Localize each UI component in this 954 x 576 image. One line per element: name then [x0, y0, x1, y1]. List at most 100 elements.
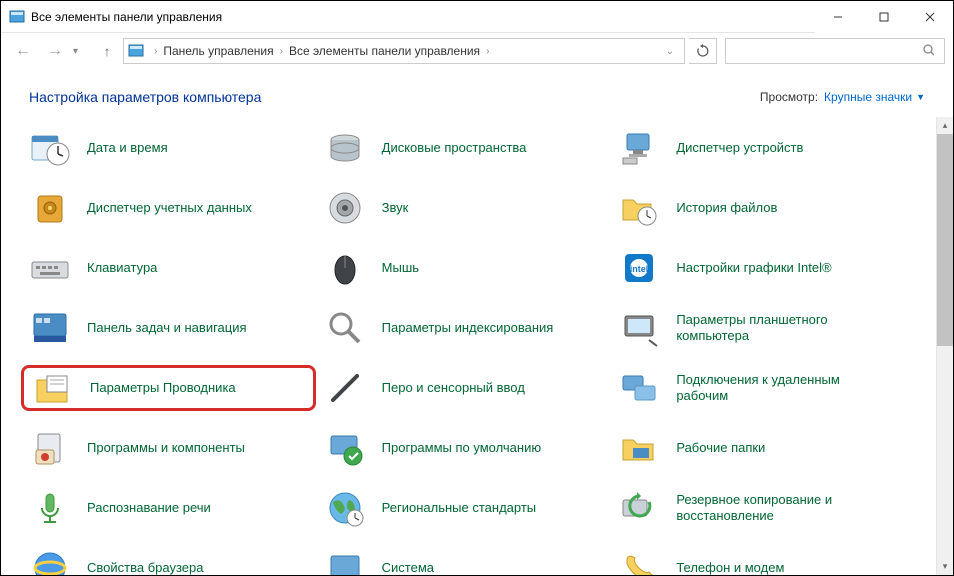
scroll-track[interactable]	[937, 134, 953, 558]
view-by-label: Просмотр:	[760, 90, 818, 104]
breadcrumb[interactable]: › Панель управления › Все элементы панел…	[123, 38, 685, 64]
control-panel-item[interactable]: Распознавание речи	[29, 485, 316, 531]
item-label: Подключения к удаленным рабочим	[676, 372, 866, 405]
item-label: Мышь	[382, 260, 419, 276]
item-label: Программы и компоненты	[87, 440, 245, 456]
control-panel-item[interactable]: Рабочие папки	[618, 425, 905, 471]
items-grid: Дата и время Дисковые пространства Диспетч…	[1, 117, 933, 575]
item-label: Распознавание речи	[87, 500, 211, 516]
disks-icon	[324, 127, 366, 169]
view-by-value: Крупные значки	[824, 90, 912, 104]
control-panel-item[interactable]: Диспетчер учетных данных	[29, 185, 316, 231]
control-panel-item[interactable]: Параметры планшетного компьютера	[618, 305, 905, 351]
back-button[interactable]: ←	[9, 37, 37, 65]
control-panel-item[interactable]: Панель задач и навигация	[29, 305, 316, 351]
breadcrumb-part[interactable]: Все элементы панели управления	[287, 44, 482, 58]
pen-icon	[324, 367, 366, 409]
control-panel-item[interactable]: Свойства браузера	[29, 545, 316, 575]
backup-icon	[618, 487, 660, 529]
address-bar: ← → ▾ ↑ › Панель управления › Все элемен…	[1, 33, 953, 69]
close-button[interactable]	[907, 1, 953, 33]
item-label: Диспетчер устройств	[676, 140, 803, 156]
page-title: Настройка параметров компьютера	[29, 89, 760, 105]
control-panel-item[interactable]: Система	[324, 545, 611, 575]
control-panel-item[interactable]: Программы и компоненты	[29, 425, 316, 471]
browser-icon	[29, 547, 71, 575]
item-label: Дисковые пространства	[382, 140, 527, 156]
item-label: Диспетчер учетных данных	[87, 200, 252, 216]
item-label: История файлов	[676, 200, 777, 216]
intel-icon: intel	[618, 247, 660, 289]
item-label: Параметры планшетного компьютера	[676, 312, 866, 345]
search-icon	[922, 43, 936, 60]
defaults-icon	[324, 427, 366, 469]
item-label: Программы по умолчанию	[382, 440, 541, 456]
scroll-down-button[interactable]: ▾	[937, 558, 953, 575]
control-panel-item[interactable]: Параметры индексирования	[324, 305, 611, 351]
devmgr-icon	[618, 127, 660, 169]
programs-icon	[29, 427, 71, 469]
keyboard-icon	[29, 247, 71, 289]
control-panel-item[interactable]: Региональные стандарты	[324, 485, 611, 531]
control-panel-item[interactable]: Звук	[324, 185, 611, 231]
phone-icon	[618, 547, 660, 575]
item-label: Параметры индексирования	[382, 320, 554, 336]
item-label: Резервное копирование и восстановление	[676, 492, 866, 525]
view-by-select[interactable]: Крупные значки ▼	[824, 90, 925, 104]
item-label: Перо и сенсорный ввод	[382, 380, 525, 396]
folderclock-icon	[618, 187, 660, 229]
svg-text:intel: intel	[630, 264, 649, 274]
control-panel-item[interactable]: Подключения к удаленным рабочим	[618, 365, 905, 411]
control-panel-item[interactable]: intel Настройки графики Intel®	[618, 245, 905, 291]
control-panel-item[interactable]: Резервное копирование и восстановление	[618, 485, 905, 531]
control-panel-item[interactable]: Диспетчер устройств	[618, 125, 905, 171]
control-panel-item[interactable]: Программы по умолчанию	[324, 425, 611, 471]
item-label: Панель задач и навигация	[87, 320, 247, 336]
chevron-down-icon[interactable]: ⌄	[660, 46, 680, 57]
control-panel-item[interactable]: Мышь	[324, 245, 611, 291]
chevron-right-icon: ›	[150, 46, 161, 57]
item-label: Телефон и модем	[676, 560, 784, 575]
control-panel-item[interactable]: Параметры Проводника	[21, 365, 316, 411]
refresh-button[interactable]	[689, 38, 717, 64]
item-label: Система	[382, 560, 434, 575]
up-button[interactable]: ↑	[95, 39, 119, 63]
workfolders-icon	[618, 427, 660, 469]
chevron-right-icon: ›	[276, 46, 287, 57]
control-panel-item[interactable]: Дисковые пространства	[324, 125, 611, 171]
search-field[interactable]	[734, 44, 922, 58]
mouse-icon	[324, 247, 366, 289]
control-panel-icon	[9, 9, 25, 25]
item-label: Настройки графики Intel®	[676, 260, 831, 276]
history-dropdown-icon[interactable]: ▾	[73, 46, 91, 57]
indexing-icon	[324, 307, 366, 349]
minimize-button[interactable]	[815, 1, 861, 33]
clock-icon	[29, 127, 71, 169]
maximize-button[interactable]	[861, 1, 907, 33]
tablet-icon	[618, 307, 660, 349]
control-panel-item[interactable]: Клавиатура	[29, 245, 316, 291]
titlebar: Все элементы панели управления	[1, 1, 953, 33]
content-area: Дата и время Дисковые пространства Диспетч…	[1, 117, 953, 575]
control-panel-item[interactable]: Дата и время	[29, 125, 316, 171]
forward-button[interactable]: →	[41, 37, 69, 65]
scroll-thumb[interactable]	[937, 134, 953, 346]
scrollbar[interactable]: ▴ ▾	[936, 117, 953, 575]
item-label: Рабочие папки	[676, 440, 765, 456]
control-panel-item[interactable]: Телефон и модем	[618, 545, 905, 575]
window-controls	[815, 1, 953, 33]
item-label: Параметры Проводника	[90, 380, 236, 396]
item-label: Свойства браузера	[87, 560, 203, 575]
speech-icon	[29, 487, 71, 529]
header: Настройка параметров компьютера Просмотр…	[1, 69, 953, 117]
control-panel-item[interactable]: История файлов	[618, 185, 905, 231]
scroll-up-button[interactable]: ▴	[937, 117, 953, 134]
control-panel-item[interactable]: Перо и сенсорный ввод	[324, 365, 611, 411]
control-panel-icon	[128, 43, 144, 59]
region-icon	[324, 487, 366, 529]
item-label: Клавиатура	[87, 260, 157, 276]
search-input[interactable]	[725, 38, 945, 64]
chevron-down-icon: ▼	[916, 92, 925, 102]
chevron-right-icon: ›	[482, 46, 493, 57]
breadcrumb-part[interactable]: Панель управления	[161, 44, 275, 58]
